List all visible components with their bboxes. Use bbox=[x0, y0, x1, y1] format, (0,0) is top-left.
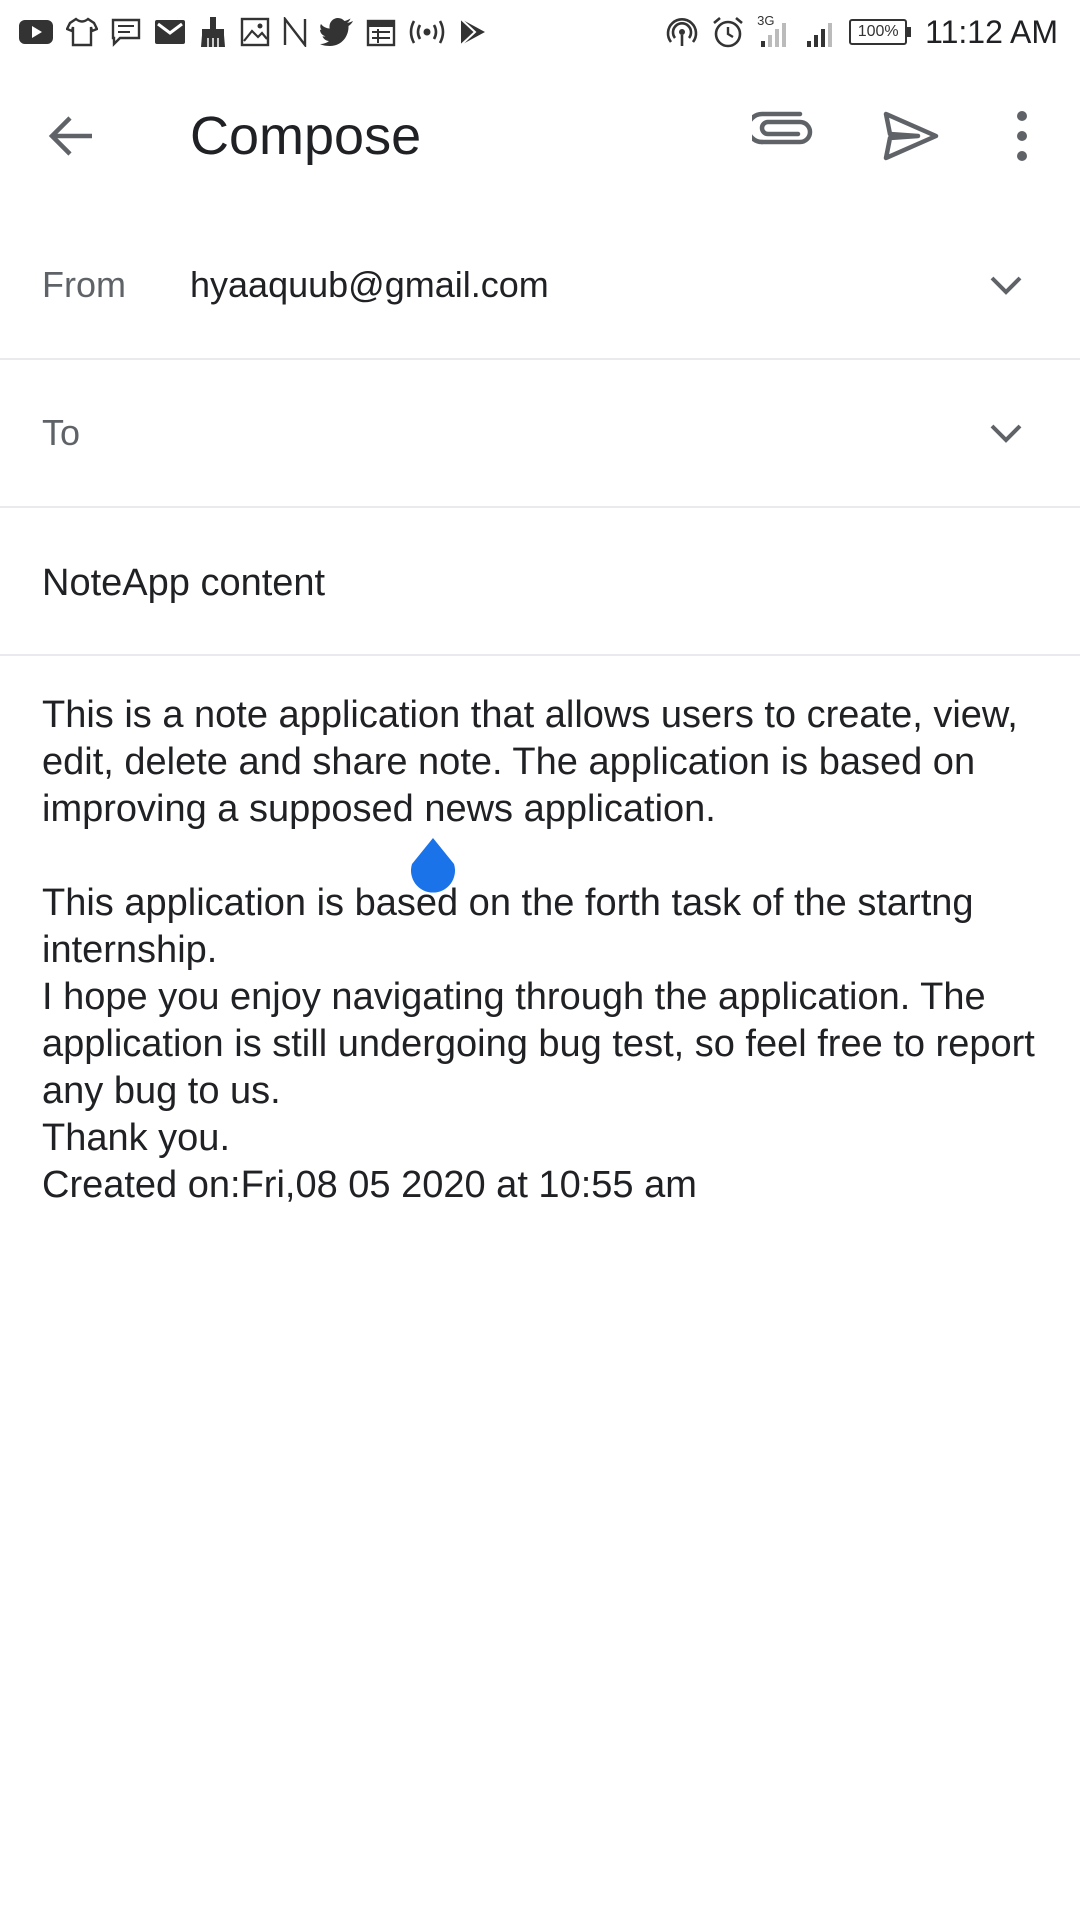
from-row: From hyaaquub@gmail.com bbox=[0, 212, 1080, 360]
chevron-down-icon[interactable] bbox=[986, 266, 1026, 306]
app-bar: Compose bbox=[0, 64, 1080, 208]
compose-body[interactable]: This is a note application that allows u… bbox=[42, 692, 1052, 1209]
battery-icon: 100% bbox=[849, 19, 912, 45]
text-cursor-handle[interactable] bbox=[406, 836, 460, 900]
send-icon[interactable] bbox=[880, 108, 940, 164]
more-vert-icon[interactable] bbox=[1000, 108, 1044, 164]
hotspot-icon bbox=[666, 18, 698, 46]
broadcast-icon bbox=[409, 20, 445, 44]
broom-icon bbox=[201, 17, 225, 47]
tshirt-icon bbox=[66, 17, 98, 47]
alarm-icon bbox=[713, 17, 744, 48]
attach-icon[interactable] bbox=[752, 108, 816, 164]
from-label: From bbox=[42, 264, 126, 305]
arrow-back-icon[interactable] bbox=[44, 108, 100, 164]
subject-row: NoteApp content bbox=[0, 508, 1080, 656]
signal-icon bbox=[807, 23, 833, 47]
to-row: To bbox=[0, 360, 1080, 508]
notification-icons bbox=[18, 10, 488, 54]
subject-field[interactable]: NoteApp content bbox=[42, 562, 325, 605]
calendar-icon bbox=[366, 19, 396, 47]
system-status-icons: 3G 100% 11:12 AM bbox=[665, 10, 1058, 54]
gmail-icon bbox=[155, 20, 185, 44]
signal-icon bbox=[761, 23, 787, 47]
twitter-icon bbox=[320, 18, 353, 46]
play-store-icon bbox=[460, 18, 485, 46]
from-account[interactable]: hyaaquub@gmail.com bbox=[190, 264, 549, 306]
to-label: To bbox=[42, 412, 81, 453]
message-icon bbox=[111, 18, 141, 47]
youtube-icon bbox=[19, 20, 53, 44]
page-title: Compose bbox=[190, 106, 422, 166]
n-icon bbox=[283, 17, 307, 47]
network-type-label: 3G bbox=[757, 13, 791, 49]
status-time: 11:12 AM bbox=[925, 13, 1058, 50]
chevron-down-icon[interactable] bbox=[986, 414, 1026, 454]
status-bar: 3G 100% 11:12 AM bbox=[0, 0, 1080, 64]
image-icon bbox=[240, 17, 270, 47]
